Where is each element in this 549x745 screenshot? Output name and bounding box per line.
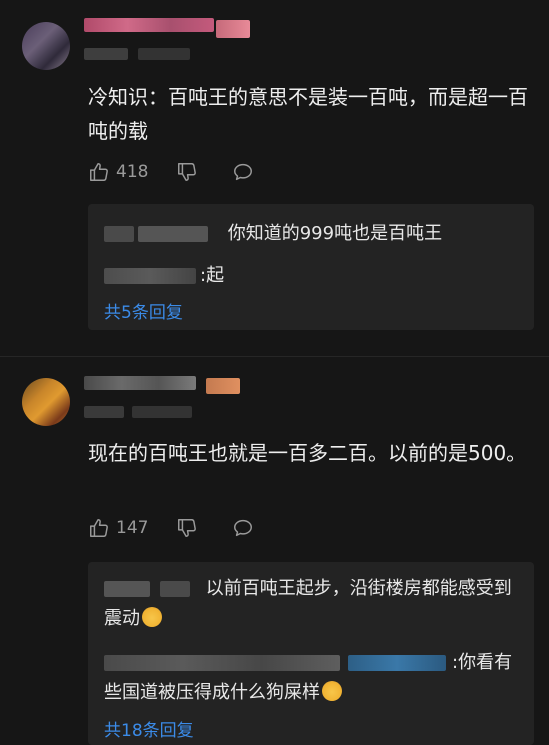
thumbs-up-icon	[90, 163, 108, 181]
comment-meta-blurred	[132, 406, 192, 418]
replies-preview: 你知道的999吨也是百吨王 :起 共5条回复	[88, 204, 534, 330]
angry-face-emoji	[322, 681, 342, 701]
thumbs-up-icon	[90, 519, 108, 537]
reply-text: :起	[200, 265, 225, 286]
reply-button[interactable]	[232, 161, 260, 183]
replies-preview: 以前百吨王起步，沿街楼房都能感受到震动 :你看有些国道被压得成什么狗屎样 共18…	[88, 562, 534, 745]
view-more-replies-link[interactable]: 共5条回复	[104, 298, 183, 323]
username-blurred[interactable]	[84, 376, 196, 390]
speech-bubble-icon	[234, 519, 253, 537]
comment-text: 冷知识：百吨王的意思不是装一百吨，而是超一百吨的载	[88, 85, 528, 143]
dislike-button[interactable]	[176, 517, 204, 539]
user-badge-blurred	[206, 378, 240, 394]
reply-item: :你看有些国道被压得成什么狗屎样	[104, 648, 524, 708]
comment-1: 冷知识：百吨王的意思不是装一百吨，而是超一百吨的载 418 你知道的999吨也是…	[0, 0, 549, 350]
reply-text: 你知道的999吨也是百吨王	[227, 223, 443, 244]
avatar[interactable]	[22, 378, 70, 426]
reply-author-blurred[interactable]	[104, 266, 200, 286]
user-badge-blurred	[216, 20, 250, 38]
reply-button[interactable]	[232, 517, 260, 539]
speech-bubble-icon	[234, 163, 253, 181]
comment-actions: 147	[88, 516, 288, 540]
like-button[interactable]: 418	[88, 161, 148, 183]
like-count: 147	[116, 518, 149, 538]
divider	[0, 356, 549, 357]
thumbs-down-icon	[178, 519, 197, 537]
thumbs-down-icon	[178, 163, 197, 181]
comment-2: 现在的百吨王也就是一百多二百。以前的是500。 147 以前百吨王起步，沿街楼房…	[0, 360, 549, 745]
cat-face-emoji	[142, 607, 162, 627]
comment-actions: 418	[88, 160, 288, 184]
like-count: 418	[116, 162, 149, 182]
reply-item: :起	[104, 260, 524, 292]
reply-author-blurred[interactable]	[104, 579, 200, 599]
reply-author-blurred[interactable]	[104, 224, 222, 244]
reply-author-blurred[interactable]	[104, 653, 452, 673]
reply-item: 你知道的999吨也是百吨王	[104, 218, 524, 250]
comment-meta-blurred	[138, 48, 190, 60]
dislike-button[interactable]	[176, 161, 204, 183]
view-more-replies-link[interactable]: 共18条回复	[104, 716, 194, 741]
comment-text: 现在的百吨王也就是一百多二百。以前的是500。	[88, 441, 527, 465]
reply-item: 以前百吨王起步，沿街楼房都能感受到震动	[104, 574, 524, 634]
username-blurred[interactable]	[84, 18, 214, 32]
avatar[interactable]	[22, 22, 70, 70]
comment-meta-blurred	[84, 48, 128, 60]
like-button[interactable]: 147	[88, 517, 148, 539]
comment-meta-blurred	[84, 406, 124, 418]
